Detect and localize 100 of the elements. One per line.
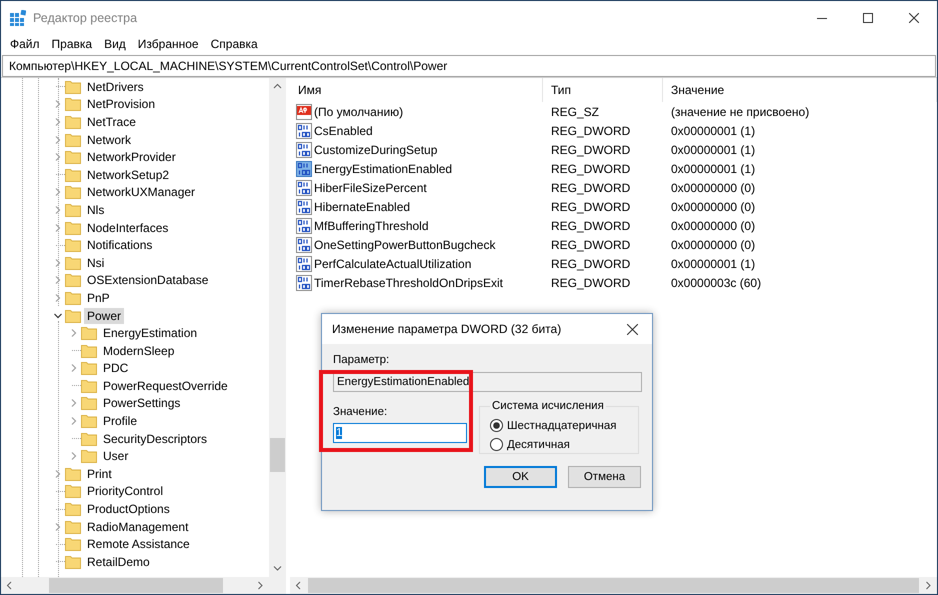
tree-item[interactable]: SecurityDescriptors: [100, 430, 210, 447]
chevron-right-icon[interactable]: [54, 224, 62, 232]
scroll-thumb[interactable]: [270, 438, 285, 472]
value-type: REG_DWORD: [550, 180, 632, 194]
value-name[interactable]: CsEnabled: [314, 124, 373, 138]
tree-item[interactable]: RadioManagement: [84, 518, 192, 535]
value-input-field[interactable]: 1: [333, 423, 467, 443]
tree-item[interactable]: NetworkUXManager: [84, 184, 198, 200]
radio-label[interactable]: Десятичная: [507, 438, 570, 450]
value-name[interactable]: PerfCalculateActualUtilization: [314, 256, 472, 270]
value-name[interactable]: OneSettingPowerButtonBugcheck: [314, 238, 496, 252]
chevron-right-icon[interactable]: [54, 206, 62, 214]
menu-item[interactable]: Справка: [204, 37, 264, 51]
tree-item[interactable]: PDC: [100, 360, 132, 376]
menu-item[interactable]: Файл: [4, 37, 46, 51]
tree-item[interactable]: Remote Assistance: [84, 536, 193, 552]
tree-item[interactable]: PriorityControl: [84, 483, 166, 500]
ok-button[interactable]: OK: [484, 466, 557, 488]
vertical-scrollbar[interactable]: [269, 78, 286, 577]
folder-icon: [65, 168, 81, 182]
tree-item[interactable]: PowerRequestOverride: [100, 378, 231, 394]
tree-item[interactable]: User: [100, 448, 132, 464]
value-name[interactable]: EnergyEstimationEnabled: [314, 162, 452, 176]
value-type: REG_DWORD: [550, 218, 632, 232]
column-header[interactable]: Имя: [290, 78, 543, 102]
chevron-right-icon[interactable]: [54, 294, 62, 302]
value-name[interactable]: TimerRebaseThresholdOnDripsExit: [314, 276, 503, 290]
tree-item[interactable]: Profile: [100, 413, 140, 430]
tree-item[interactable]: NetProvision: [84, 96, 158, 112]
chevron-right-icon[interactable]: [54, 136, 62, 144]
scroll-thumb[interactable]: [308, 578, 919, 593]
chevron-right-icon[interactable]: [54, 100, 62, 108]
menu-item[interactable]: Вид: [98, 37, 132, 51]
address-bar[interactable]: Компьютер\HKEY_LOCAL_MACHINE\SYSTEM\CurrentControlSet\Control\Power: [2, 55, 936, 77]
tree-item[interactable]: ProductOptions: [84, 501, 173, 518]
tree-item[interactable]: Notifications: [84, 237, 156, 254]
horizontal-scrollbar[interactable]: [1, 577, 269, 594]
value-name[interactable]: MfBufferingThreshold: [314, 218, 429, 232]
menu-item[interactable]: Избранное: [132, 37, 205, 51]
scroll-thumb[interactable]: [49, 578, 223, 593]
chevron-right-icon[interactable]: [54, 470, 62, 478]
chevron-right-icon[interactable]: [54, 153, 62, 162]
menu-item[interactable]: Правка: [46, 37, 98, 51]
chevron-right-icon[interactable]: [70, 399, 78, 408]
value-type: REG_DWORD: [550, 256, 632, 270]
value-data: 0x00000001 (1): [670, 142, 756, 156]
tree-item[interactable]: NetTrace: [84, 114, 139, 130]
scroll-left-icon[interactable]: [294, 581, 303, 590]
folder-icon: [81, 432, 97, 446]
tree-item[interactable]: Print: [84, 466, 115, 482]
scroll-up-icon[interactable]: [273, 82, 282, 91]
chevron-right-icon[interactable]: [54, 276, 62, 284]
tree-item[interactable]: ModernSleep: [100, 342, 178, 359]
tree-item[interactable]: PnP: [84, 290, 113, 306]
tree-item[interactable]: RetailDemo: [84, 554, 153, 570]
value-name[interactable]: HiberFileSizePercent: [314, 180, 427, 194]
radio-button[interactable]: [490, 438, 503, 451]
scroll-left-icon[interactable]: [5, 581, 14, 590]
cancel-button[interactable]: Отмена: [568, 466, 641, 488]
dialog-title: Изменение параметра DWORD (32 бита): [332, 322, 562, 336]
horizontal-scrollbar[interactable]: [290, 577, 937, 594]
value-name[interactable]: CustomizeDuringSetup: [314, 142, 438, 156]
radio-label[interactable]: Шестнадцатеричная: [507, 420, 616, 432]
tree-item[interactable]: Nls: [84, 202, 108, 218]
folder-icon: [65, 150, 81, 164]
chevron-right-icon[interactable]: [54, 258, 62, 267]
tree-item[interactable]: Power: [84, 308, 124, 324]
chevron-right-icon[interactable]: [54, 522, 62, 531]
column-header[interactable]: Тип: [543, 78, 663, 102]
folder-icon: [81, 326, 97, 340]
tree-item[interactable]: NetworkSetup2: [84, 166, 172, 183]
value-name[interactable]: HibernateEnabled: [314, 200, 410, 214]
tree-item[interactable]: Nsi: [84, 254, 108, 271]
folder-icon: [65, 202, 81, 217]
chevron-right-icon[interactable]: [70, 329, 78, 338]
scroll-down-icon[interactable]: [273, 564, 282, 573]
value-name[interactable]: (По умолчанию): [314, 104, 404, 118]
chevron-right-icon[interactable]: [70, 417, 78, 426]
tree-item[interactable]: Network: [84, 132, 134, 148]
folder-icon: [81, 449, 97, 464]
tree-item[interactable]: NodeInterfaces: [84, 220, 172, 236]
chevron-right-icon[interactable]: [70, 452, 78, 460]
value-data: 0x0000003c (60): [670, 276, 762, 290]
folder-icon: [65, 290, 81, 305]
value-data: 0x00000001 (1): [670, 124, 756, 138]
chevron-down-icon[interactable]: [54, 312, 62, 320]
tree-item[interactable]: EnergyEstimation: [100, 325, 200, 342]
tree-item[interactable]: NetworkProvider: [84, 149, 179, 166]
folder-icon: [65, 220, 81, 235]
tree-item[interactable]: PowerSettings: [100, 395, 184, 412]
chevron-right-icon[interactable]: [70, 364, 78, 372]
group-label: Система исчисления: [491, 400, 605, 412]
radio-button[interactable]: [490, 419, 503, 432]
tree-item[interactable]: NetDrivers: [84, 78, 147, 95]
scroll-right-icon[interactable]: [256, 581, 265, 590]
chevron-right-icon[interactable]: [54, 118, 62, 126]
scroll-right-icon[interactable]: [924, 581, 933, 590]
column-header[interactable]: Значение: [663, 78, 937, 102]
chevron-right-icon[interactable]: [54, 188, 62, 196]
tree-item[interactable]: OSExtensionDatabase: [84, 272, 212, 288]
